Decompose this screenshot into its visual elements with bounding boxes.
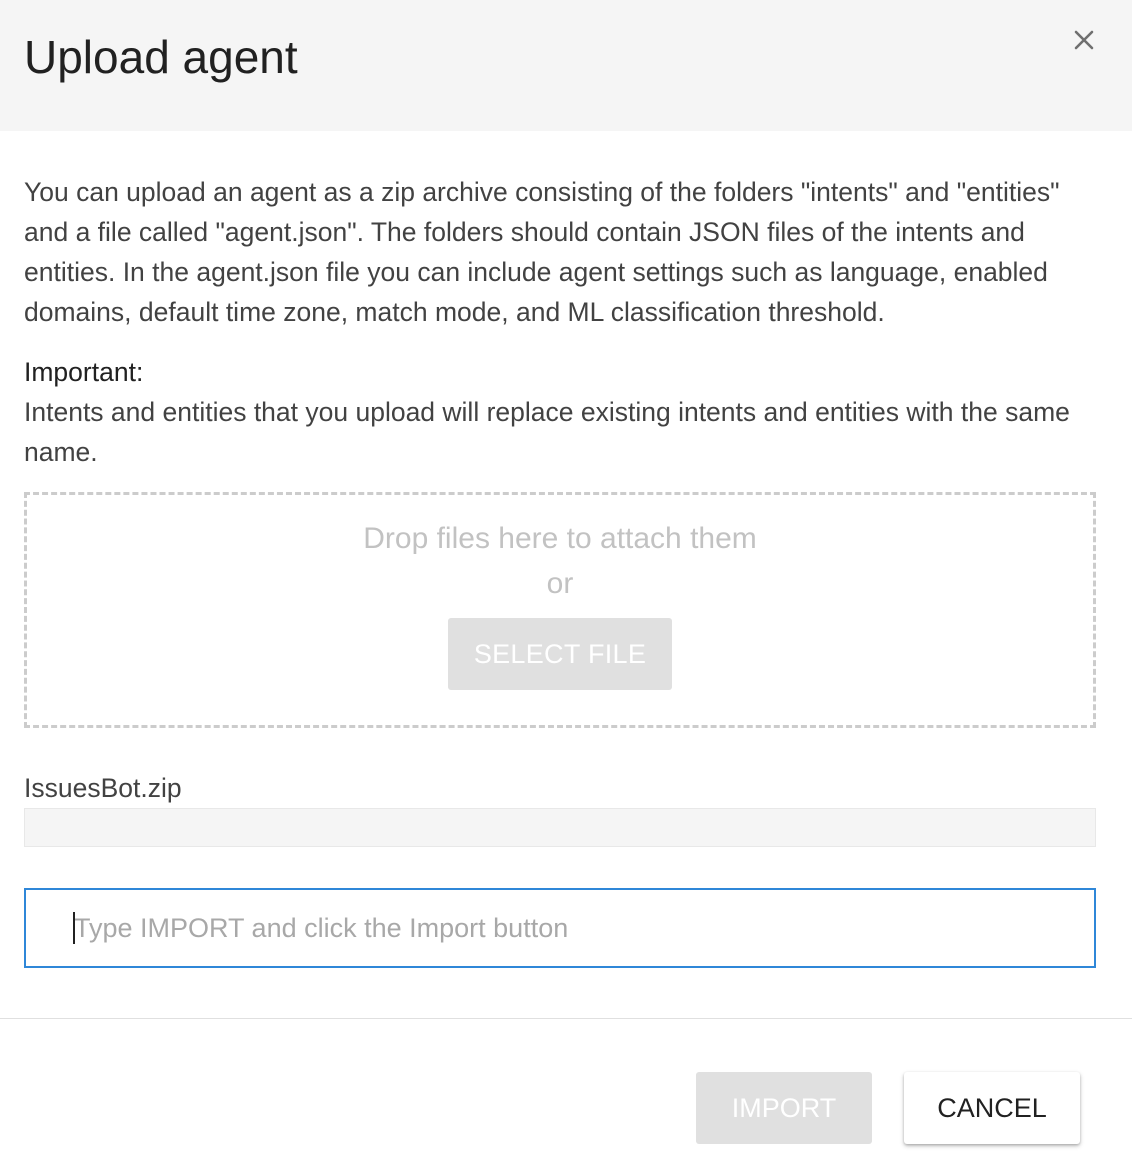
- uploaded-file-name: IssuesBot.zip: [24, 773, 182, 803]
- import-button[interactable]: IMPORT: [696, 1072, 872, 1144]
- important-label: Important:: [24, 357, 144, 387]
- file-dropzone[interactable]: Drop files here to attach them or SELECT…: [24, 492, 1096, 728]
- close-button[interactable]: [1066, 22, 1102, 58]
- important-note: Intents and entities that you upload wil…: [24, 397, 1070, 467]
- upload-progress-bar: [24, 808, 1096, 847]
- import-confirm-input[interactable]: [24, 888, 1096, 968]
- footer-divider: [0, 1018, 1132, 1019]
- cancel-button[interactable]: CANCEL: [904, 1072, 1080, 1144]
- select-file-button[interactable]: SELECT FILE: [448, 618, 672, 690]
- text-caret: [73, 912, 75, 944]
- upload-progress-fill: [25, 809, 1095, 846]
- close-icon: [1074, 30, 1094, 50]
- dropzone-or-text: or: [546, 567, 574, 600]
- upload-description: You can upload an agent as a zip archive…: [24, 177, 1060, 327]
- dialog-title: Upload agent: [24, 31, 298, 83]
- dialog-header: Upload agent: [0, 0, 1132, 131]
- dropzone-text: Drop files here to attach them: [363, 522, 757, 555]
